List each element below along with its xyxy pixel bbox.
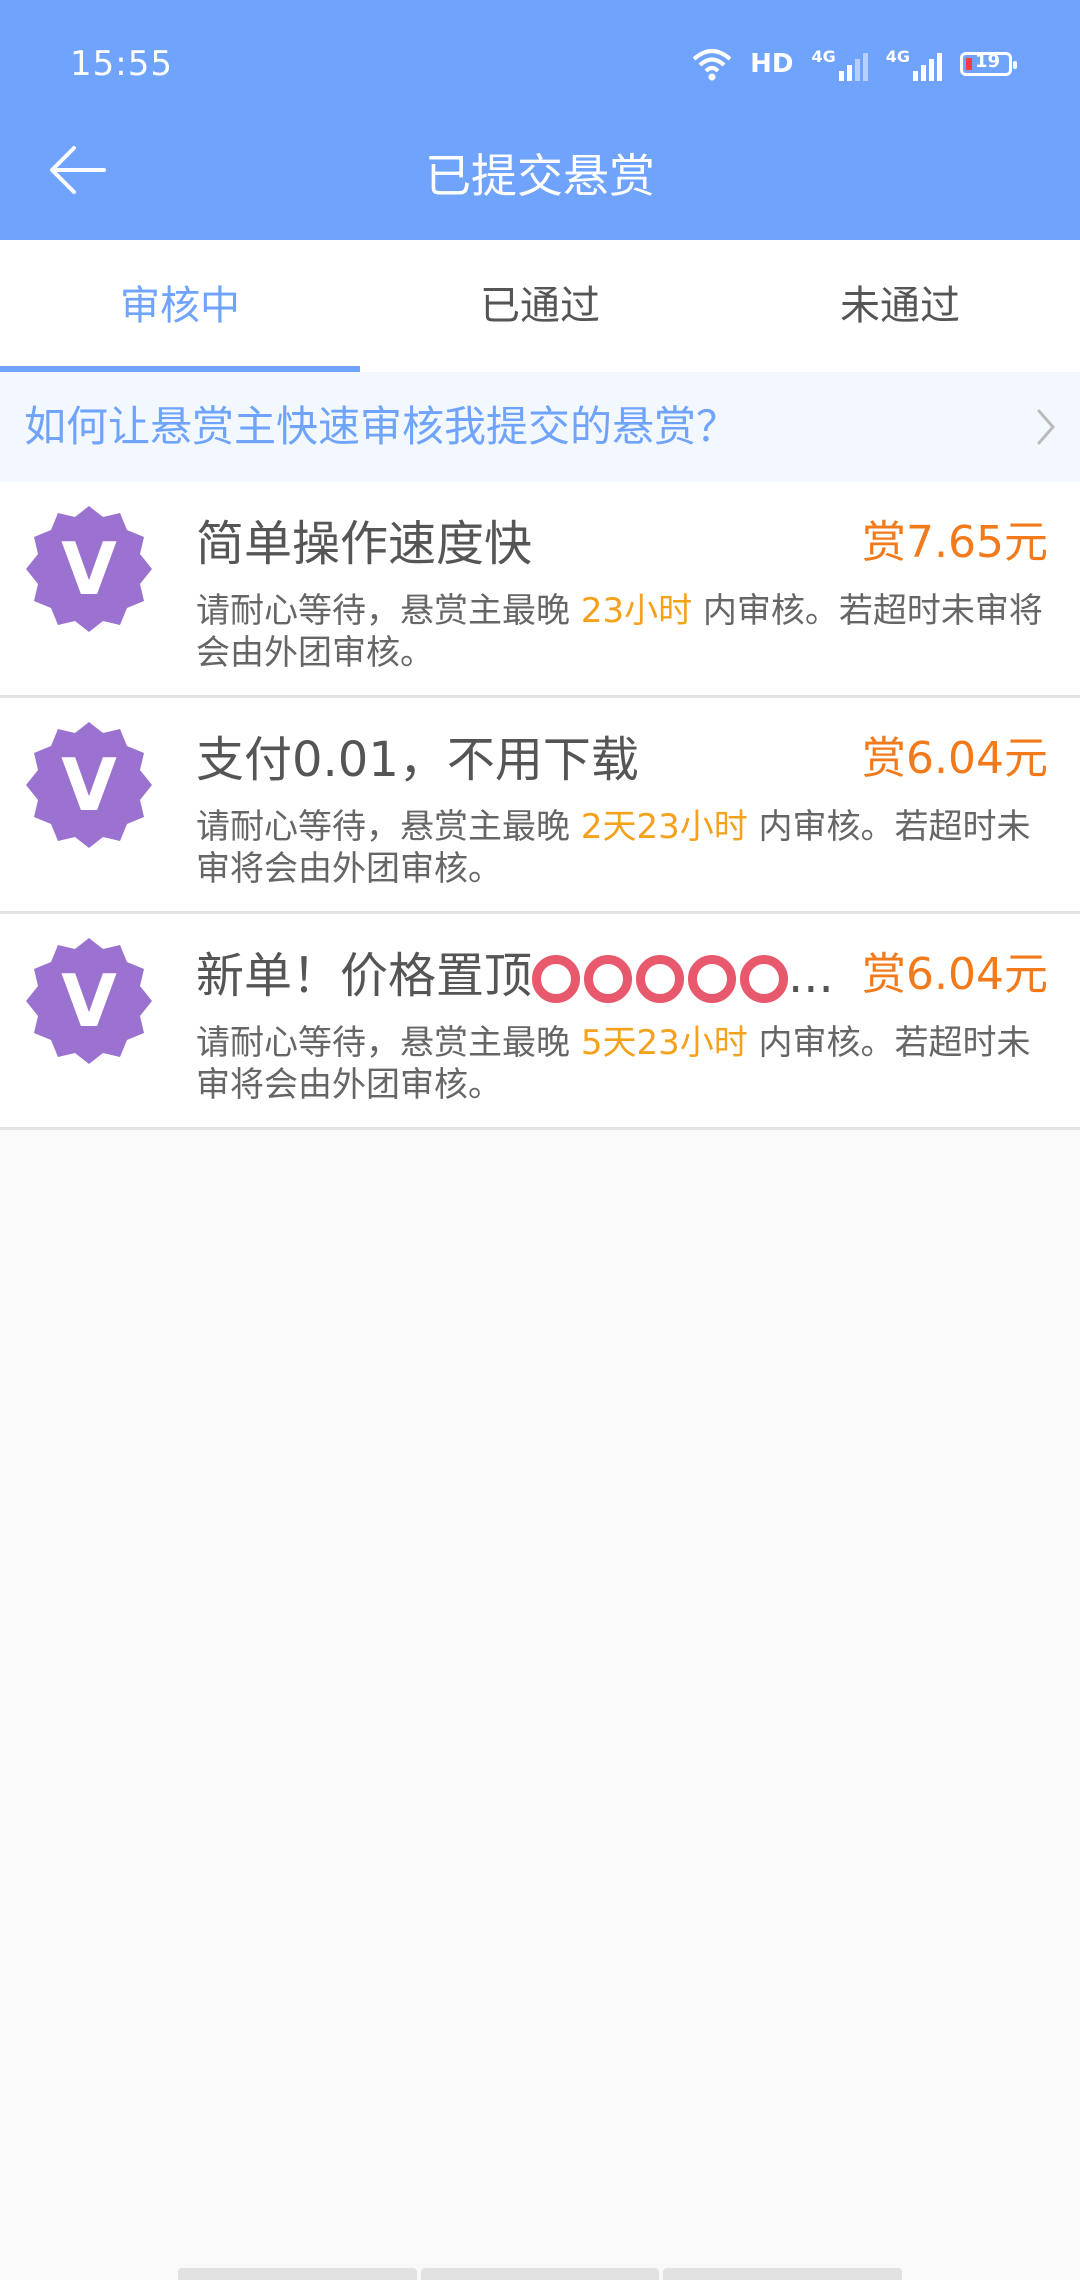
task-title: 支付0.01，不用下载: [196, 732, 639, 788]
battery-level: 19: [975, 51, 1001, 72]
red-circle-icon: [584, 955, 633, 1003]
tab-rejected[interactable]: 未通过: [720, 240, 1080, 372]
signal-label-2: 4G: [885, 47, 910, 66]
task-title-text: 新单！价格置顶: [196, 948, 533, 1004]
status-icons: HD 4G 4G 19: [692, 44, 1017, 84]
list-item[interactable]: V 支付0.01，不用下载 赏6.04元 请耐心等待，悬赏主最晚 2天23小时 …: [0, 698, 1080, 914]
review-deadline: 2天23小时: [580, 807, 748, 847]
page-title: 已提交悬赏: [425, 149, 655, 203]
tip-banner[interactable]: 如何让悬赏主快速审核我提交的悬赏？: [0, 372, 1080, 482]
avatar-letter: V: [61, 959, 117, 1043]
task-avatar-icon: V: [26, 722, 152, 848]
nav-segment: [178, 2268, 417, 2280]
status-time: 15:55: [70, 44, 173, 84]
chevron-right-icon: [1037, 409, 1055, 445]
tip-text: 如何让悬赏主快速审核我提交的悬赏？: [24, 402, 739, 451]
list-item[interactable]: V 新单！价格置顶... 赏6.04元 请耐心等待，悬赏主最晚 5天23小时 内…: [0, 914, 1080, 1130]
nav-segment: [663, 2268, 903, 2280]
red-circle-icon: [532, 955, 581, 1003]
signal-label-1: 4G: [811, 47, 836, 66]
red-circle-icon: [740, 955, 789, 1003]
wifi-icon: [692, 49, 732, 81]
task-status-desc: 请耐心等待，悬赏主最晚 5天23小时 内审核。若超时未审将会由外团审核。: [196, 1022, 1056, 1106]
nav-segment: [420, 2268, 660, 2280]
hd-label: HD: [750, 49, 794, 79]
task-avatar-icon: V: [26, 938, 152, 1064]
red-circle-icon: [636, 955, 685, 1003]
avatar-letter: V: [61, 743, 117, 827]
task-reward: 赏6.04元: [862, 949, 1048, 1000]
app-header: 15:55 HD 4G 4G 19 已提交悬赏: [0, 0, 1080, 240]
task-status-desc: 请耐心等待，悬赏主最晚 23小时 内审核。若超时未审将会由外团审核。: [196, 590, 1056, 674]
title-ellipsis: ...: [788, 948, 834, 1004]
signal-icon-2: 4G: [886, 47, 942, 81]
review-deadline: 5天23小时: [580, 1023, 748, 1063]
task-title: 新单！价格置顶...: [196, 936, 856, 1006]
red-circle-icon: [688, 955, 737, 1003]
task-avatar-icon: V: [26, 506, 152, 632]
bottom-gesture-bar: [178, 2268, 903, 2280]
battery-icon: 19: [960, 51, 1017, 76]
list-item[interactable]: V 简单操作速度快 赏7.65元 请耐心等待，悬赏主最晚 23小时 内审核。若超…: [0, 482, 1080, 698]
task-reward: 赏7.65元: [862, 517, 1048, 568]
tab-approved[interactable]: 已通过: [360, 240, 720, 372]
desc-prefix: 请耐心等待，悬赏主最晚: [196, 591, 570, 631]
red-circle-emoji-group: [532, 955, 789, 1003]
submission-list: V 简单操作速度快 赏7.65元 请耐心等待，悬赏主最晚 23小时 内审核。若超…: [0, 482, 1080, 1130]
review-deadline: 23小时: [580, 591, 693, 631]
signal-icon-1: 4G: [811, 47, 868, 81]
avatar-letter: V: [61, 527, 117, 611]
desc-prefix: 请耐心等待，悬赏主最晚: [196, 807, 570, 847]
task-status-desc: 请耐心等待，悬赏主最晚 2天23小时 内审核。若超时未审将会由外团审核。: [196, 806, 1056, 890]
tab-reviewing[interactable]: 审核中: [0, 240, 360, 372]
desc-prefix: 请耐心等待，悬赏主最晚: [196, 1023, 570, 1063]
tab-bar: 审核中 已通过 未通过: [0, 240, 1080, 372]
task-title: 简单操作速度快: [196, 516, 533, 572]
task-reward: 赏6.04元: [862, 733, 1048, 784]
